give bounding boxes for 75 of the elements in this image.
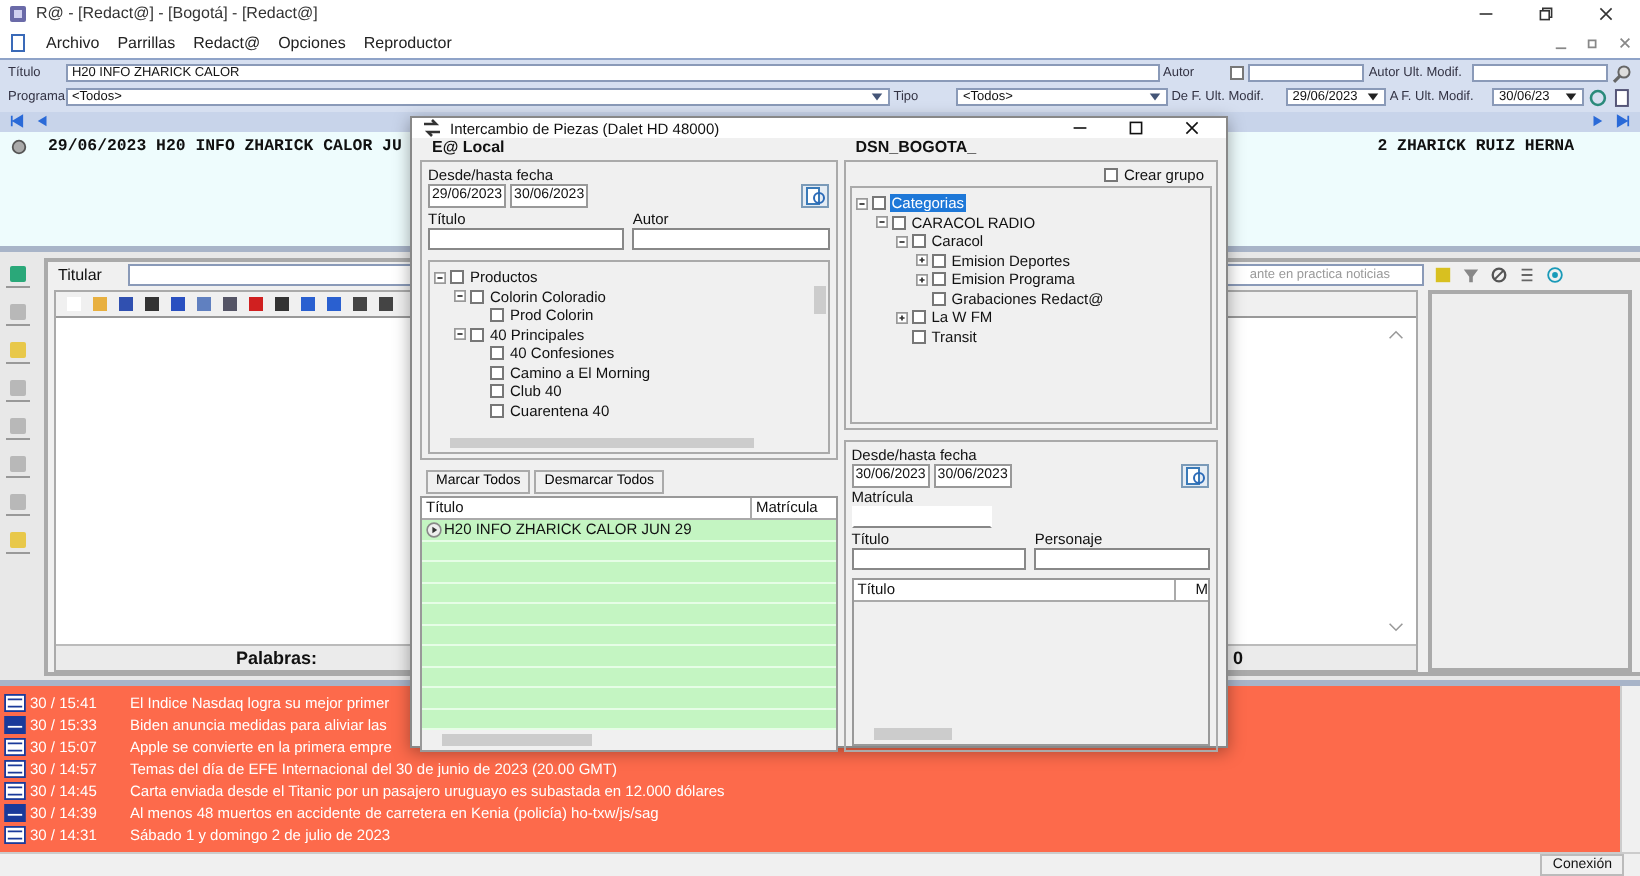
menu-item[interactable]: Opciones bbox=[278, 33, 346, 52]
maximize-button[interactable] bbox=[1128, 120, 1144, 136]
restore-button[interactable] bbox=[1538, 5, 1554, 22]
refresh-icon[interactable] bbox=[1588, 87, 1609, 108]
filter-icon[interactable] bbox=[1462, 266, 1480, 285]
agency-badge-icon bbox=[4, 760, 26, 779]
scrollbar[interactable] bbox=[1620, 686, 1640, 852]
collapse-icon[interactable] bbox=[875, 216, 888, 229]
tree-checkbox[interactable] bbox=[490, 403, 504, 418]
collapse-icon[interactable] bbox=[454, 328, 466, 341]
title-field[interactable] bbox=[428, 228, 625, 250]
expand-icon[interactable] bbox=[915, 273, 928, 286]
tree-checkbox[interactable] bbox=[450, 270, 464, 285]
agency-badge-icon bbox=[4, 826, 26, 845]
agency-logo-icon bbox=[4, 716, 26, 735]
tree-checkbox[interactable] bbox=[911, 234, 926, 249]
tree-checkbox[interactable] bbox=[931, 253, 946, 268]
group-checkbox[interactable] bbox=[1103, 168, 1118, 182]
expand-icon[interactable] bbox=[895, 311, 908, 324]
tree-checkbox[interactable] bbox=[490, 384, 504, 399]
tree-checkbox[interactable] bbox=[490, 308, 504, 323]
menu-item[interactable]: Archivo bbox=[46, 33, 100, 52]
menu-item[interactable]: Redact@ bbox=[193, 33, 261, 52]
expand-icon[interactable] bbox=[915, 254, 928, 267]
exchange-icon bbox=[422, 118, 442, 138]
modified-author-field[interactable] bbox=[1472, 64, 1609, 83]
close-button[interactable] bbox=[1184, 120, 1200, 136]
tree-checkbox[interactable] bbox=[911, 310, 926, 325]
collapse-icon[interactable] bbox=[434, 271, 446, 284]
author-field[interactable] bbox=[1248, 64, 1365, 83]
agency-badge-icon bbox=[4, 694, 26, 713]
title-field[interactable] bbox=[851, 548, 1027, 570]
collapse-icon[interactable] bbox=[454, 290, 466, 303]
last-icon[interactable] bbox=[1614, 114, 1632, 129]
refresh-button[interactable] bbox=[1180, 464, 1210, 488]
scroll-up-icon[interactable] bbox=[1388, 329, 1404, 340]
collapse-icon[interactable] bbox=[855, 197, 868, 210]
tree-checkbox[interactable] bbox=[911, 329, 926, 344]
scrollbar[interactable] bbox=[422, 730, 836, 750]
menu-item[interactable]: Reproductor bbox=[363, 33, 452, 52]
word-count: 0 bbox=[1233, 648, 1244, 669]
tree-checkbox[interactable] bbox=[490, 365, 504, 380]
tree-checkbox[interactable] bbox=[470, 289, 484, 304]
window-title: R@ - [Redact@] - [Bogotá] - [Redact@] bbox=[36, 4, 318, 23]
tree-checkbox[interactable] bbox=[871, 196, 886, 211]
play-icon[interactable] bbox=[426, 521, 442, 538]
id-field[interactable] bbox=[851, 506, 992, 528]
tree-checkbox[interactable] bbox=[891, 215, 906, 230]
section-heading: DSN_BOGOTA_ bbox=[853, 138, 979, 160]
result-title[interactable]: 29/06/2023 H20 INFO ZHARICK CALOR JU bbox=[48, 137, 402, 156]
author-checkbox[interactable] bbox=[1230, 66, 1245, 81]
author-field[interactable] bbox=[632, 228, 830, 250]
field-label: Titular bbox=[58, 266, 104, 285]
app-icon bbox=[8, 3, 28, 24]
character-field[interactable] bbox=[1034, 548, 1210, 570]
tree-checkbox[interactable] bbox=[931, 272, 946, 287]
menu-item[interactable]: Parrillas bbox=[117, 33, 176, 52]
tree-checkbox[interactable] bbox=[931, 291, 946, 306]
first-icon[interactable] bbox=[8, 114, 26, 129]
agency-badge-icon bbox=[4, 782, 26, 801]
refresh-button[interactable] bbox=[799, 184, 830, 208]
word-count-label: Palabras: bbox=[236, 648, 318, 669]
collapse-icon[interactable] bbox=[895, 235, 908, 248]
close-button[interactable] bbox=[1598, 5, 1614, 22]
search-icon[interactable] bbox=[1612, 63, 1632, 84]
tree-checkbox[interactable] bbox=[470, 327, 484, 342]
agency-logo-icon bbox=[4, 804, 26, 823]
list-icon[interactable] bbox=[1518, 266, 1536, 285]
agency-badge-icon bbox=[4, 738, 26, 757]
tree-checkbox[interactable] bbox=[490, 346, 504, 361]
scroll-down-icon[interactable] bbox=[1388, 622, 1404, 633]
result-author[interactable]: 2 ZHARICK RUIZ HERNA bbox=[1377, 137, 1574, 156]
block-icon[interactable] bbox=[1490, 266, 1508, 285]
section-heading: E@ Local bbox=[430, 138, 507, 160]
target-icon[interactable] bbox=[1546, 266, 1564, 285]
